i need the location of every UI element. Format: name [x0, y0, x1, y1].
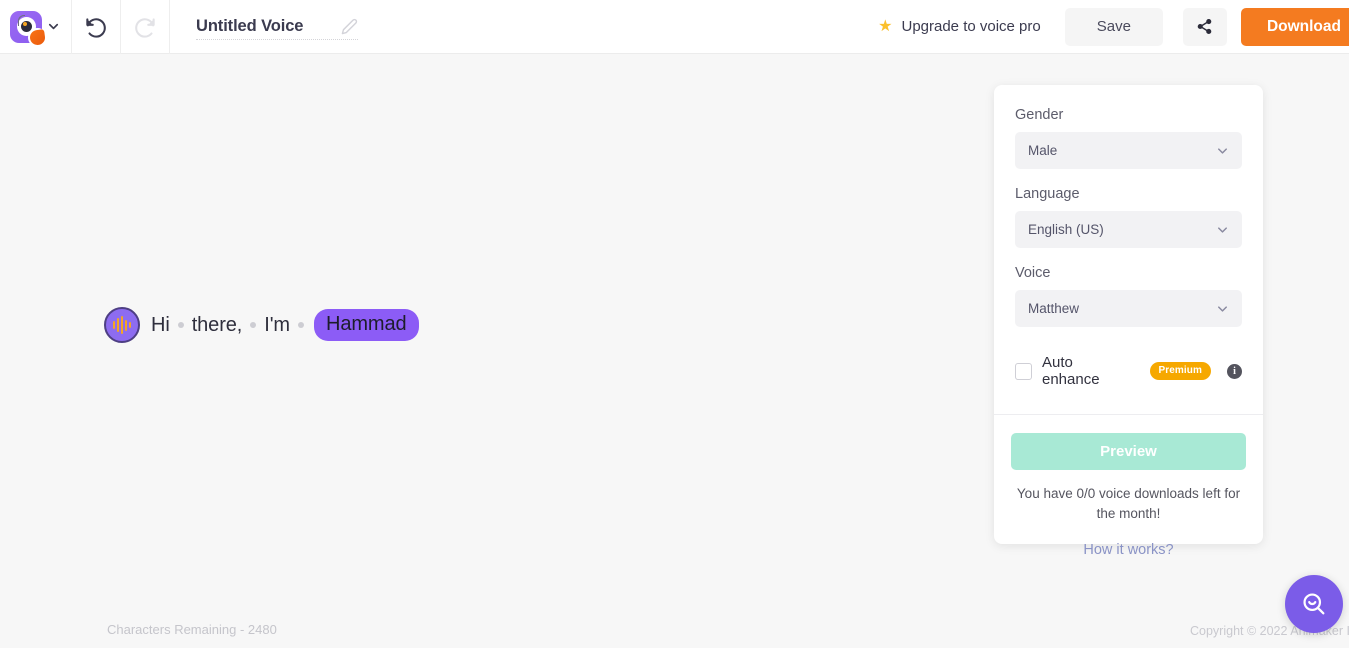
word-separator-dot [297, 322, 304, 328]
characters-remaining-label: Characters Remaining - 2480 [107, 622, 277, 637]
page-title: Untitled Voice [196, 17, 304, 35]
premium-badge: Premium [1149, 362, 1211, 380]
redo-button[interactable] [121, 0, 169, 54]
undo-button[interactable] [72, 0, 120, 54]
help-support-button[interactable] [1285, 575, 1343, 633]
upgrade-label: Upgrade to voice pro [901, 18, 1041, 35]
panel-footer: Preview You have 0/0 voice downloads lef… [994, 415, 1263, 544]
download-button[interactable]: Download [1240, 7, 1349, 46]
how-it-works-link[interactable]: How it works? [994, 542, 1263, 558]
star-icon: ★ [878, 17, 893, 35]
voice-select[interactable]: Matthew [1015, 290, 1242, 327]
chevron-down-icon [1215, 143, 1230, 158]
downloads-remaining-note: You have 0/0 voice downloads left for th… [1016, 486, 1241, 522]
script-sentence[interactable]: Hi there, I'm Hammad [151, 309, 419, 341]
word-separator-dot [250, 322, 257, 328]
voice-label: Voice [1015, 265, 1051, 281]
script-word[interactable]: there, [192, 314, 243, 337]
logo-badge-inner [29, 28, 46, 46]
pencil-icon[interactable] [341, 18, 358, 35]
logo-badge [28, 27, 47, 47]
script-word-highlighted[interactable]: Hammad [313, 309, 419, 341]
chevron-down-icon [1215, 222, 1230, 237]
document-title-area[interactable]: Untitled Voice [170, 0, 382, 54]
language-label: Language [1015, 186, 1080, 202]
top-toolbar: Untitled Voice ★ Upgrade to voice pro Sa… [0, 0, 1349, 54]
chevron-down-icon [1215, 301, 1230, 316]
share-button[interactable] [1182, 7, 1227, 46]
gender-label: Gender [1015, 107, 1064, 123]
preview-button[interactable]: Preview [1011, 433, 1246, 470]
voice-selected-value: Matthew [1028, 301, 1080, 316]
script-word[interactable]: Hi [151, 314, 170, 337]
search-help-icon [1303, 593, 1325, 615]
language-selected-value: English (US) [1028, 222, 1104, 237]
save-button[interactable]: Save [1064, 7, 1163, 46]
undo-arrow-icon [86, 17, 106, 38]
word-separator-dot [177, 322, 184, 328]
gender-selected-value: Male [1028, 143, 1058, 158]
redo-arrow-icon [135, 17, 155, 38]
upgrade-to-voice-pro-button[interactable]: ★ Upgrade to voice pro [864, 0, 1055, 54]
undo-button-cell[interactable] [72, 0, 121, 54]
script-word[interactable]: I'm [264, 314, 290, 337]
logo-area[interactable] [0, 0, 72, 54]
share-icon [1198, 18, 1212, 35]
language-select[interactable]: English (US) [1015, 211, 1242, 248]
voice-settings-panel: Gender Male Language English (US) Voice … [994, 85, 1263, 544]
auto-enhance-checkbox[interactable] [1015, 362, 1032, 380]
voice-script-block[interactable]: Hi there, I'm Hammad [104, 307, 419, 343]
waveform-bars [112, 316, 132, 334]
animaker-owl-logo-icon[interactable] [10, 10, 47, 47]
audio-waveform-icon[interactable] [104, 307, 140, 343]
redo-button-cell[interactable] [121, 0, 170, 54]
info-icon[interactable]: i [1227, 363, 1242, 379]
auto-enhance-row: Auto enhance Premium i [1015, 354, 1242, 390]
document-title-wrap[interactable]: Untitled Voice [196, 17, 359, 40]
gender-select[interactable]: Male [1015, 132, 1242, 169]
voice-settings-form: Gender Male Language English (US) Voice … [994, 85, 1263, 414]
chevron-down-icon[interactable] [46, 19, 61, 34]
editor-canvas: Hi there, I'm Hammad Gender Male Languag… [0, 54, 1349, 648]
auto-enhance-label: Auto enhance [1042, 354, 1100, 388]
